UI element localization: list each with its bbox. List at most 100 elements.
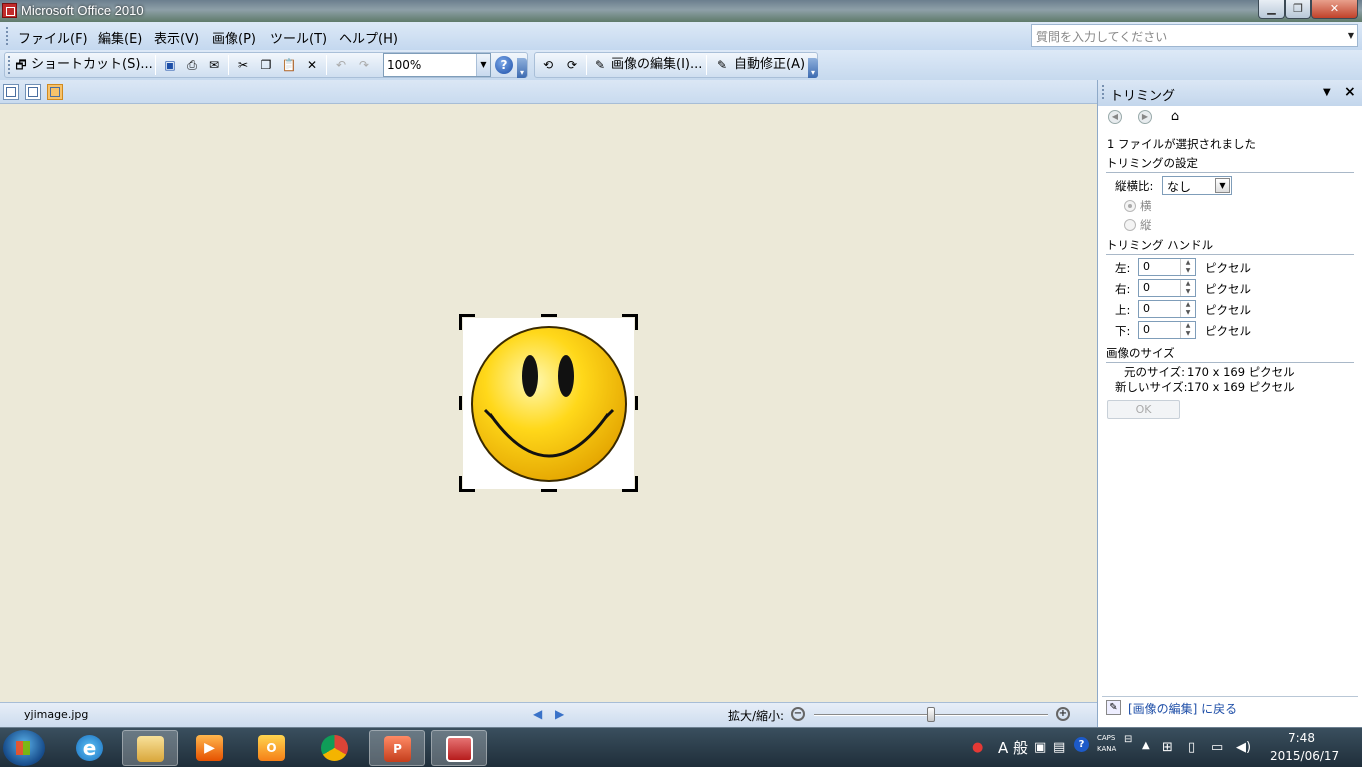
crop-settings-heading: トリミングの設定 — [1106, 155, 1354, 173]
print-icon[interactable]: ⎙ — [184, 57, 200, 73]
network-icon[interactable]: ▭ — [1211, 740, 1223, 755]
email-icon[interactable]: ✉ — [206, 57, 222, 73]
spin-arrows-icon[interactable]: ▲ ▼ — [1180, 301, 1195, 317]
clock-time[interactable]: 7:48 — [1288, 731, 1315, 745]
left-handle-input[interactable]: 0 ▲ ▼ — [1138, 258, 1196, 276]
zoom-in-icon[interactable]: + — [1056, 707, 1070, 721]
toolbar-options-chevron[interactable]: ▾ — [517, 58, 527, 78]
next-picture-icon[interactable]: ▶ — [555, 707, 564, 721]
crop-handle-right[interactable] — [635, 396, 638, 410]
landscape-radio[interactable] — [1124, 200, 1136, 212]
ime-help-icon[interactable]: ? — [1074, 737, 1089, 752]
back-to-edit-picture-link[interactable]: [画像の編集] に戻る — [1128, 700, 1237, 717]
back-icon[interactable]: ◀ — [1108, 110, 1122, 124]
taskbar-media-player[interactable]: ▶ — [182, 730, 238, 766]
spin-arrows-icon[interactable]: ▲ ▼ — [1180, 259, 1195, 275]
right-handle-input[interactable]: 0 ▲ ▼ — [1138, 279, 1196, 297]
save-icon[interactable]: ▣ — [162, 57, 178, 73]
minimize-button[interactable]: ▁ — [1258, 0, 1285, 19]
notification-flag-icon[interactable]: ● — [972, 740, 983, 755]
crop-handle-bottom[interactable] — [541, 489, 557, 492]
help-search-input[interactable]: 質問を入力してください ▼ — [1031, 24, 1358, 47]
crop-handle-top[interactable] — [541, 314, 557, 317]
menu-view[interactable]: 表示(V) — [154, 28, 199, 47]
window-title: Microsoft Office 2010 — [21, 3, 144, 18]
edit-picture-button[interactable]: 画像の編集(I)... — [611, 55, 702, 75]
previous-picture-icon[interactable]: ◀ — [533, 707, 542, 721]
picture-image[interactable] — [463, 318, 634, 489]
ime-mode-indicator[interactable]: A 般 — [998, 737, 1028, 758]
taskbar-powerpoint[interactable]: P — [369, 730, 425, 766]
single-picture-view-icon[interactable] — [47, 84, 63, 100]
action-center-icon[interactable]: ▯ — [1188, 740, 1195, 755]
ime-tools-icon[interactable]: ▤ — [1053, 740, 1065, 755]
auto-correct-button[interactable]: 自動修正(A) — [734, 55, 805, 75]
shortcut-button[interactable]: ショートカット(S)... — [31, 55, 153, 75]
portrait-radio[interactable] — [1124, 219, 1136, 231]
bottom-handle-value: 0 — [1143, 323, 1150, 336]
home-icon[interactable]: ⌂ — [1167, 109, 1183, 125]
taskbar-explorer[interactable] — [122, 730, 178, 766]
menu-tools[interactable]: ツール(T) — [270, 28, 327, 47]
spin-arrows-icon[interactable]: ▲ ▼ — [1180, 322, 1195, 338]
internet-explorer-icon: e — [76, 735, 103, 761]
menu-edit[interactable]: 編集(E) — [98, 28, 142, 47]
top-handle-input[interactable]: 0 ▲ ▼ — [1138, 300, 1196, 318]
ime-dictionary-icon[interactable]: ▣ — [1034, 740, 1046, 755]
bottom-handle-label: 下: — [1115, 324, 1131, 338]
taskbar-outlook[interactable]: O — [244, 730, 300, 766]
zoom-combo[interactable]: 100% ▼ — [383, 53, 491, 77]
help-icon[interactable]: ? — [495, 56, 513, 74]
pane-grip[interactable] — [1102, 85, 1105, 99]
landscape-label: 横 — [1140, 199, 1152, 213]
filmstrip-view-icon[interactable] — [25, 84, 41, 100]
chevron-down-icon[interactable]: ▼ — [1215, 178, 1230, 193]
menu-picture[interactable]: 画像(P) — [212, 28, 256, 47]
rotate-right-icon[interactable]: ⟳ — [564, 57, 580, 73]
crop-handle-left[interactable] — [459, 396, 462, 410]
start-button[interactable] — [3, 730, 45, 766]
menu-file[interactable]: ファイル(F) — [18, 28, 88, 47]
ok-button[interactable]: OK — [1107, 400, 1180, 419]
redo-icon[interactable]: ↷ — [356, 57, 372, 73]
delete-icon[interactable]: ✕ — [304, 57, 320, 73]
auto-correct-icon: ✎ — [716, 58, 728, 72]
taskbar-picture-manager[interactable] — [431, 730, 487, 766]
cut-icon[interactable]: ✂ — [235, 57, 251, 73]
toolbar-separator — [155, 55, 156, 75]
taskbar-internet-explorer[interactable]: e — [62, 730, 118, 766]
zoom-label: 拡大/縮小: — [728, 709, 785, 723]
copy-icon[interactable]: ❐ — [258, 57, 274, 73]
taskbar-chrome[interactable] — [307, 730, 363, 766]
show-hidden-icons-icon[interactable]: ▲ — [1142, 740, 1150, 751]
outlook-icon: O — [258, 735, 285, 761]
ime-options-icon[interactable]: ⊟ — [1124, 734, 1132, 745]
view-bar — [0, 80, 1097, 104]
close-button[interactable]: ✕ — [1311, 0, 1358, 19]
top-handle-label: 上: — [1115, 303, 1131, 317]
undo-icon[interactable]: ↶ — [333, 57, 349, 73]
edit-picture-icon: ✎ — [1106, 700, 1121, 715]
thumbnail-view-icon[interactable] — [3, 84, 19, 100]
aspect-ratio-select[interactable]: なし ▼ — [1162, 176, 1232, 195]
rotate-left-icon[interactable]: ⟲ — [540, 57, 556, 73]
paste-icon[interactable]: 📋 — [281, 57, 297, 73]
clock-date[interactable]: 2015/06/17 — [1270, 749, 1339, 763]
close-icon[interactable]: × — [1344, 84, 1356, 100]
top-handle-unit: ピクセル — [1205, 303, 1251, 317]
toolbar-grip[interactable] — [8, 56, 11, 74]
menu-grip[interactable] — [6, 27, 9, 45]
toolbar-options-chevron[interactable]: ▾ — [808, 58, 818, 78]
chevron-down-icon[interactable]: ▼ — [476, 54, 490, 76]
zoom-out-icon[interactable]: − — [791, 707, 805, 721]
volume-icon[interactable]: ◀) — [1236, 740, 1251, 755]
chevron-down-icon[interactable]: ▼ — [1348, 31, 1354, 40]
spin-arrows-icon[interactable]: ▲ ▼ — [1180, 280, 1195, 296]
zoom-slider-thumb[interactable] — [927, 707, 935, 722]
menu-help[interactable]: ヘルプ(H) — [339, 28, 398, 47]
restore-button[interactable]: ❐ — [1285, 0, 1311, 19]
windows-flag-icon[interactable]: ⊞ — [1162, 740, 1173, 755]
forward-icon[interactable]: ▶ — [1138, 110, 1152, 124]
bottom-handle-input[interactable]: 0 ▲ ▼ — [1138, 321, 1196, 339]
chevron-down-icon[interactable]: ▼ — [1323, 87, 1331, 98]
